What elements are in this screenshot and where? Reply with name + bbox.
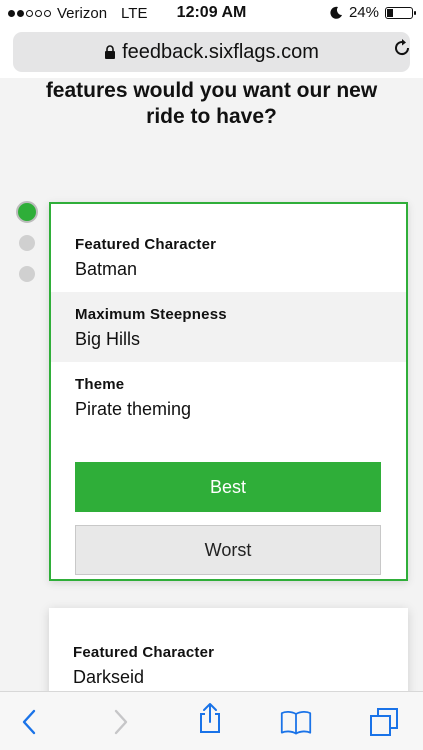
attribute-label: Maximum Steepness: [75, 306, 227, 323]
status-bar: Verizon LTE 12:09 AM 24%: [0, 0, 423, 28]
attribute-label: Featured Character: [75, 236, 217, 253]
progress-dot-2[interactable]: [19, 235, 35, 251]
attribute-maximum-steepness: Maximum Steepness Big Hills: [51, 292, 406, 362]
attribute-value: Batman: [75, 259, 138, 279]
forward-icon[interactable]: [104, 706, 136, 738]
best-button[interactable]: Best: [75, 462, 381, 512]
progress-dot-3[interactable]: [19, 266, 35, 282]
bookmarks-icon[interactable]: [280, 706, 312, 738]
attribute-value: Pirate theming: [75, 399, 192, 419]
reload-icon[interactable]: [391, 37, 413, 59]
worst-button[interactable]: Worst: [75, 525, 381, 575]
attribute-theme: Theme Pirate theming: [51, 376, 406, 436]
attribute-featured-character: Featured Character Batman: [51, 236, 406, 292]
attribute-label: Theme: [75, 376, 125, 393]
attribute-label: Featured Character: [73, 644, 215, 661]
status-right: 24%: [329, 4, 416, 21]
battery-percent: 24%: [348, 4, 379, 21]
share-icon[interactable]: [194, 702, 226, 734]
back-icon[interactable]: [14, 706, 46, 738]
browser-toolbar: [0, 691, 423, 750]
question-line-2: ride to have?: [146, 105, 277, 128]
attribute-value: Darkseid: [73, 667, 145, 687]
url-field[interactable]: feedback.sixflags.com: [13, 32, 410, 72]
battery-icon: [385, 6, 416, 19]
url-text: feedback.sixflags.com: [122, 40, 319, 63]
option-card-1[interactable]: Featured Character Batman Maximum Steepn…: [49, 202, 408, 581]
question-heading: features would you want our new ride to …: [0, 78, 423, 130]
tabs-icon[interactable]: [368, 706, 400, 738]
moon-icon: [330, 6, 342, 19]
question-line-1: features would you want our new: [45, 79, 378, 102]
lock-icon: [105, 45, 116, 59]
progress-dot-1[interactable]: [16, 201, 38, 223]
browser-address-bar: feedback.sixflags.com: [0, 28, 423, 78]
attribute-value: Big Hills: [75, 329, 141, 349]
